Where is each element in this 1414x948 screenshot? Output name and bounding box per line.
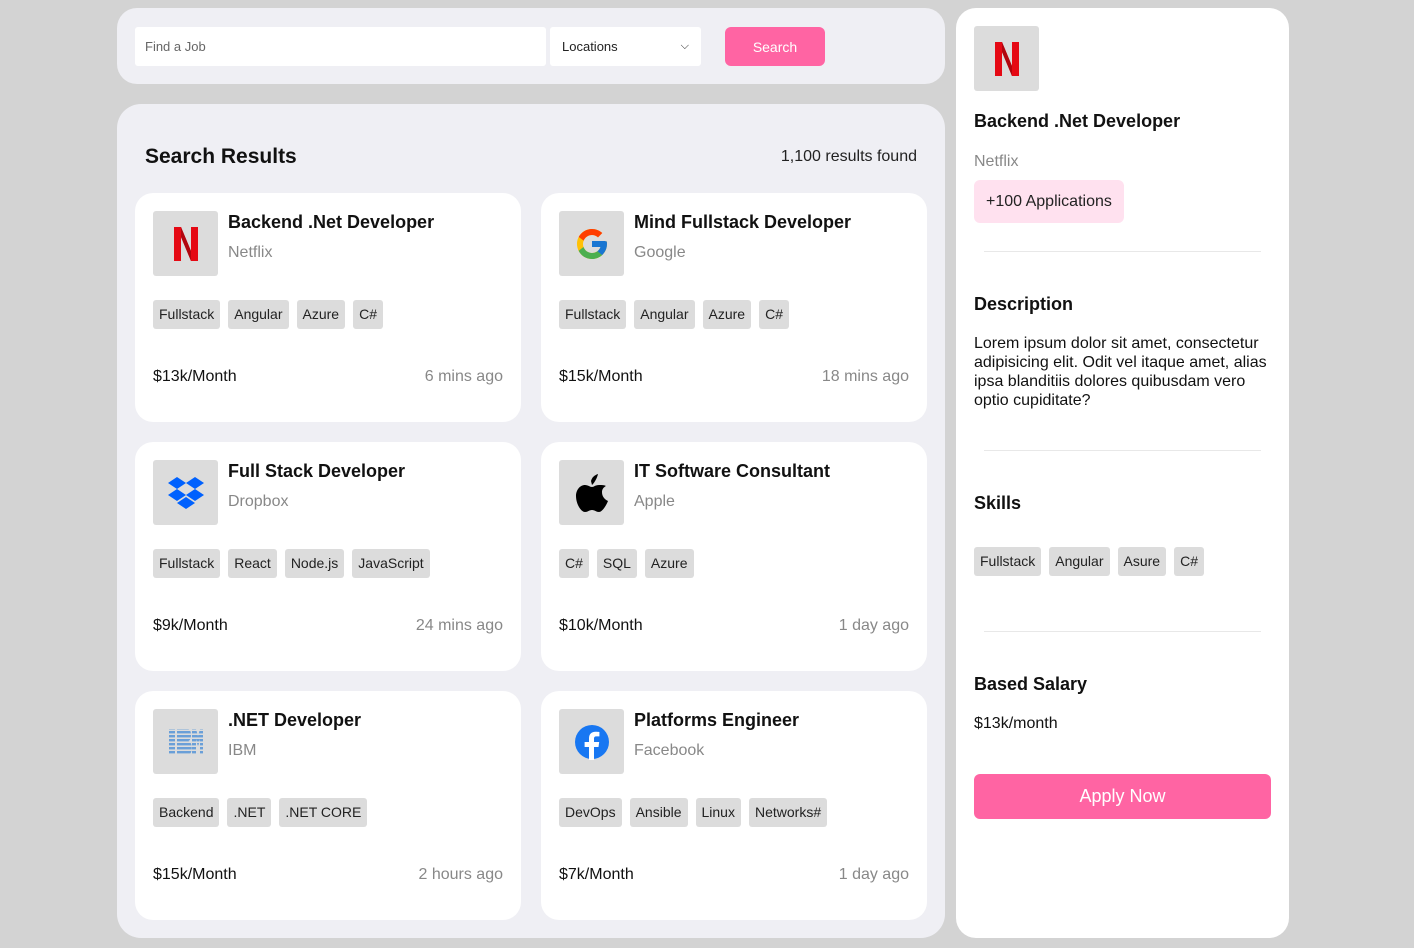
skill-tag: Asure [1117,547,1167,576]
job-title: .NET Developer [228,710,362,730]
skill-tag: C# [759,300,789,329]
locations-select[interactable]: Locations ⌵ [550,27,701,66]
job-card[interactable]: Full Stack Developer Dropbox Fullstack R… [135,442,521,671]
salary: $15k/Month [559,368,643,385]
results-title: Search Results [145,145,297,168]
company-name: Dropbox [228,493,289,510]
company-name: IBM [228,742,257,759]
job-card[interactable]: Platforms Engineer Facebook DevOps Ansib… [541,691,927,920]
divider [984,450,1261,451]
applications-badge: +100 Applications [974,180,1124,223]
results-count: 1,100 results found [780,148,917,165]
skill-tag: Fullstack [974,547,1042,576]
netflix-logo-icon [153,211,218,276]
detail-company-name: Netflix [974,153,1019,170]
search-bar: Locations ⌵ Search [117,8,945,84]
job-title: Platforms Engineer [634,710,800,730]
job-title: Full Stack Developer [228,461,406,481]
skill-tag: C# [353,300,383,329]
apply-now-button[interactable]: Apply Now [974,774,1271,819]
skill-tag: SQL [596,549,637,578]
search-results-panel: Search Results 1,100 results found Backe… [117,104,945,938]
tag-list: Fullstack Angular Azure C# [153,300,383,329]
skill-tag: Ansible [629,798,688,827]
skill-tag: Fullstack [153,300,221,329]
posted-time: 18 mins ago [821,368,909,385]
posted-time: 1 day ago [838,617,909,634]
company-name: Facebook [634,742,705,759]
apple-logo-icon [559,460,624,525]
job-title: Mind Fullstack Developer [634,212,852,232]
skill-tag: C# [559,549,589,578]
skill-tag: Fullstack [559,300,627,329]
description-heading: Description [974,294,1074,314]
company-name: Netflix [228,244,273,261]
skill-tag: Angular [228,300,289,329]
skill-tag: Networks# [748,798,828,827]
tag-list: DevOps Ansible Linux Networks# [559,798,828,827]
job-card[interactable]: Mind Fullstack Developer Google Fullstac… [541,193,927,422]
tag-list: Backend .NET .NET CORE [153,798,368,827]
skills-tag-list: Fullstack Angular Asure C# [974,547,1204,576]
tag-list: C# SQL Azure [559,549,694,578]
skill-tag: Angular [1049,547,1110,576]
salary: $10k/Month [559,617,643,634]
ibm-logo-icon [153,709,218,774]
salary: $7k/Month [559,866,634,883]
google-logo-icon [559,211,624,276]
posted-time: 1 day ago [838,866,909,883]
posted-time: 2 hours ago [418,866,503,883]
search-button[interactable]: Search [725,27,825,66]
salary: $9k/Month [153,617,228,634]
locations-select-value: Locations [562,39,618,54]
detail-job-title: Backend .Net Developer [974,111,1181,131]
divider [984,631,1261,632]
skill-tag: Angular [634,300,695,329]
divider [984,251,1261,252]
salary-heading: Based Salary [974,674,1088,694]
skills-heading: Skills [974,493,1022,513]
skill-tag: DevOps [559,798,622,827]
skill-tag: Azure [702,300,752,329]
job-title: Backend .Net Developer [228,212,435,232]
skill-tag: Azure [644,549,694,578]
job-title: IT Software Consultant [634,461,831,481]
detail-salary: $13k/month [974,715,1058,732]
tag-list: Fullstack React Node.js JavaScript [153,549,430,578]
job-search-input[interactable] [135,27,546,66]
facebook-logo-icon [559,709,624,774]
salary: $15k/Month [153,866,237,883]
salary: $13k/Month [153,368,237,385]
chevron-down-icon: ⌵ [680,40,689,52]
tag-list: Fullstack Angular Azure C# [559,300,789,329]
netflix-logo-icon [974,26,1039,91]
company-name: Google [634,244,686,261]
skill-tag: Backend [153,798,220,827]
skill-tag: C# [1174,547,1204,576]
skill-tag: React [228,549,277,578]
posted-time: 6 mins ago [424,368,503,385]
description-text: Lorem ipsum dolor sit amet, consectetur … [974,335,1267,409]
skill-tag: Fullstack [153,549,221,578]
job-detail-panel: Backend .Net Developer Netflix +100 Appl… [956,8,1289,938]
posted-time: 24 mins ago [415,617,503,634]
skill-tag: .NET [227,798,272,827]
skill-tag: Azure [296,300,346,329]
skill-tag: .NET CORE [279,798,368,827]
skill-tag: Node.js [284,549,345,578]
company-name: Apple [634,493,675,510]
dropbox-logo-icon [153,460,218,525]
skill-tag: Linux [695,798,741,827]
job-card[interactable]: .NET Developer IBM Backend .NET .NET COR… [135,691,521,920]
skill-tag: JavaScript [352,549,430,578]
job-card[interactable]: IT Software Consultant Apple C# SQL Azur… [541,442,927,671]
job-card[interactable]: Backend .Net Developer Netflix Fullstack… [135,193,521,422]
